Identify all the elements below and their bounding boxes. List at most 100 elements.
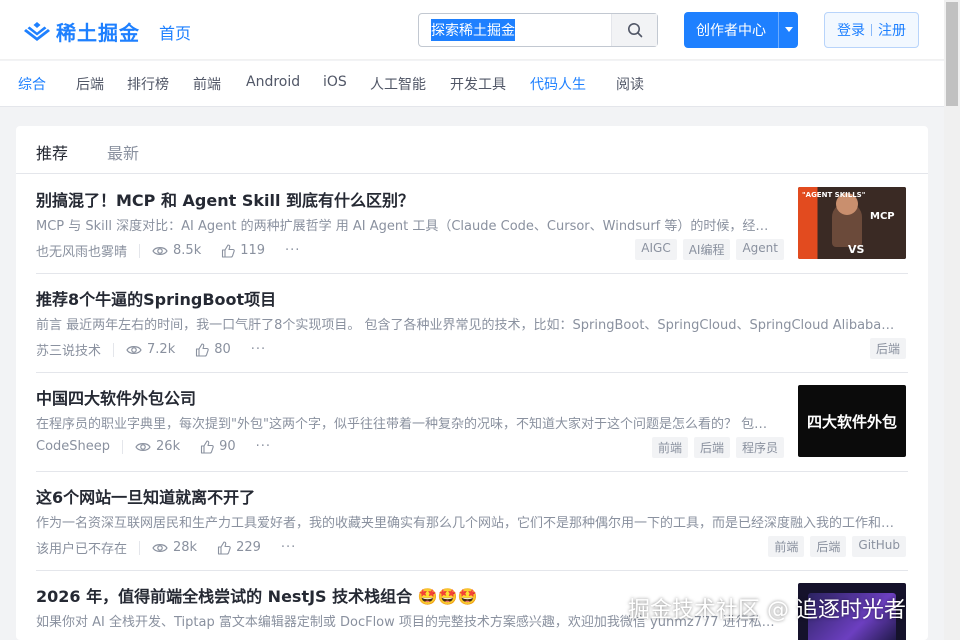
more-icon[interactable]: ···: [256, 439, 271, 454]
article-meta: 也无风雨也雾晴 8.5k 119 ···: [36, 241, 300, 260]
login-register-button[interactable]: 登录 注册: [824, 12, 919, 48]
divider: [113, 342, 115, 357]
eye-icon: [126, 345, 142, 354]
search-placeholder: 探索稀土掘金: [431, 19, 515, 41]
article-title[interactable]: 中国四大软件外包公司: [36, 385, 196, 409]
watermark-text: 掘金技术社区 @ 追逐时光者: [628, 598, 906, 623]
category-android[interactable]: Android: [246, 74, 300, 90]
search-button[interactable]: [611, 14, 657, 46]
article-item[interactable]: 中国四大软件外包公司 在程序员的职业字典里，每次提到"外包"这两个字，似乎往往带…: [36, 373, 908, 472]
category-backend[interactable]: 后端: [76, 74, 104, 94]
category-devtools[interactable]: 开发工具: [450, 74, 506, 94]
tag[interactable]: GitHub: [852, 536, 906, 557]
tag[interactable]: AIGC: [635, 239, 677, 260]
eye-icon: [135, 442, 151, 451]
article-thumbnail[interactable]: "AGENT SKILLS" MCP VS: [798, 187, 906, 259]
thumbs-up-icon: [196, 342, 209, 357]
tag[interactable]: 前端: [651, 437, 688, 458]
creator-center-label: 创作者中心: [696, 23, 766, 39]
author-name[interactable]: 也无风雨也雾晴: [36, 241, 127, 260]
logo-text: 稀土掘金: [56, 21, 140, 45]
tag-list: AIGC AI编程 Agent: [635, 239, 784, 260]
view-count-value: 8.5k: [173, 243, 202, 258]
category-reading[interactable]: 阅读: [616, 74, 644, 94]
thumbs-up-icon: [201, 439, 214, 454]
search-input[interactable]: 探索稀土掘金: [419, 14, 611, 46]
divider: [122, 439, 124, 454]
more-icon[interactable]: ···: [281, 540, 296, 555]
author-name[interactable]: 该用户已不存在: [36, 538, 127, 557]
view-count: 7.2k: [126, 342, 175, 357]
category-ranking[interactable]: 排行榜: [127, 74, 169, 94]
category-ai[interactable]: 人工智能: [370, 74, 426, 94]
article-item[interactable]: 别搞混了！MCP 和 Agent Skill 到底有什么区别？ MCP 与 Sk…: [36, 175, 908, 274]
article-title[interactable]: 这6个网站一旦知道就离不开了: [36, 484, 255, 508]
article-item[interactable]: 推荐8个牛逼的SpringBoot项目 前言 最近两年左右的时间，我一口气肝了8…: [36, 274, 908, 373]
article-title[interactable]: 推荐8个牛逼的SpringBoot项目: [36, 286, 276, 310]
view-count: 28k: [152, 540, 197, 555]
article-thumbnail[interactable]: 四大软件外包: [798, 385, 906, 457]
top-header: 稀土掘金 首页 探索稀土掘金 创作者中心 登录 注册: [0, 0, 944, 60]
tag-list: 前端 后端 GitHub: [768, 536, 906, 557]
like-count[interactable]: 119: [221, 243, 265, 258]
tab-recommended[interactable]: 推荐: [36, 140, 68, 164]
tag[interactable]: 后端: [869, 338, 906, 359]
view-count-value: 26k: [156, 439, 181, 454]
thumbs-up-icon: [218, 540, 231, 555]
article-title[interactable]: 别搞混了！MCP 和 Agent Skill 到底有什么区别？: [36, 187, 414, 211]
tag[interactable]: 后端: [693, 437, 730, 458]
search-box[interactable]: 探索稀土掘金: [418, 13, 658, 47]
author-name[interactable]: 苏三说技术: [36, 340, 101, 359]
category-all[interactable]: 综合: [18, 74, 46, 94]
thumbnail-mcp-label: MCP: [870, 211, 895, 222]
view-count-value: 7.2k: [147, 342, 176, 357]
like-count-value: 80: [214, 342, 231, 357]
view-count: 8.5k: [152, 243, 201, 258]
article-title[interactable]: 2026 年，值得前端全栈尝试的 NestJS 技术栈组合 🤩🤩🤩: [36, 583, 477, 607]
article-abstract: 前言 最近两年左右的时间，我一口气肝了8个实现项目。 包含了各种业界常见的技术，…: [36, 318, 904, 333]
juejin-logo-icon: [24, 21, 50, 41]
creator-dropdown-button[interactable]: [778, 12, 798, 48]
like-count[interactable]: 90: [200, 439, 236, 454]
eye-icon: [152, 543, 168, 552]
nav-home-link[interactable]: 首页: [159, 20, 191, 44]
eye-icon: [152, 246, 168, 255]
category-code-life[interactable]: 代码人生: [530, 74, 586, 94]
login-link[interactable]: 登录: [837, 20, 865, 40]
tag[interactable]: 后端: [810, 536, 847, 557]
thumbnail-caption: "AGENT SKILLS": [802, 191, 866, 199]
tag[interactable]: 前端: [768, 536, 805, 557]
like-count[interactable]: 80: [195, 342, 231, 357]
scrollbar-thumb[interactable]: [946, 2, 958, 106]
category-nav: 综合 后端 排行榜 前端 Android iOS 人工智能 开发工具 代码人生 …: [0, 61, 944, 107]
view-count: 26k: [135, 439, 180, 454]
tag-list: 前端 后端 程序员: [651, 437, 784, 458]
article-abstract: MCP 与 Skill 深度对比：AI Agent 的两种扩展哲学 用 AI A…: [36, 219, 776, 234]
more-icon[interactable]: ···: [251, 342, 266, 357]
tag[interactable]: 程序员: [735, 437, 784, 458]
category-ios[interactable]: iOS: [323, 74, 347, 90]
article-meta: 苏三说技术 7.2k 80 ···: [36, 340, 266, 359]
register-link[interactable]: 注册: [878, 20, 906, 40]
like-count-value: 229: [236, 540, 261, 555]
category-frontend[interactable]: 前端: [193, 74, 221, 94]
tag[interactable]: AI编程: [682, 239, 731, 260]
search-icon: [627, 23, 642, 38]
article-item[interactable]: 这6个网站一旦知道就离不开了 作为一名资深互联网居民和生产力工具爱好者，我的收藏…: [36, 472, 908, 571]
tab-latest[interactable]: 最新: [107, 140, 139, 164]
thumbnail-text: 四大软件外包: [806, 412, 897, 431]
juejin-logo[interactable]: 稀土掘金: [24, 17, 140, 46]
article-abstract: 作为一名资深互联网居民和生产力工具爱好者，我的收藏夹里确实有那么几个网站，它们不…: [36, 516, 904, 531]
tag[interactable]: Agent: [736, 239, 784, 260]
thumbs-up-icon: [222, 243, 235, 258]
article-meta: CodeSheep 26k 90 ···: [36, 439, 271, 454]
author-name[interactable]: CodeSheep: [36, 439, 110, 454]
view-count-value: 28k: [173, 540, 198, 555]
article-abstract: 在程序员的职业字典里，每次提到"外包"这两个字，似乎往往带着一种复杂的况味，不知…: [36, 417, 768, 432]
creator-center-button[interactable]: 创作者中心: [684, 12, 798, 48]
divider: [139, 243, 141, 258]
more-icon[interactable]: ···: [285, 243, 300, 258]
article-list-card: 推荐 最新 别搞混了！MCP 和 Agent Skill 到底有什么区别？ MC…: [16, 126, 928, 640]
thumbnail-vs-label: VS: [848, 243, 865, 256]
like-count[interactable]: 229: [217, 540, 261, 555]
